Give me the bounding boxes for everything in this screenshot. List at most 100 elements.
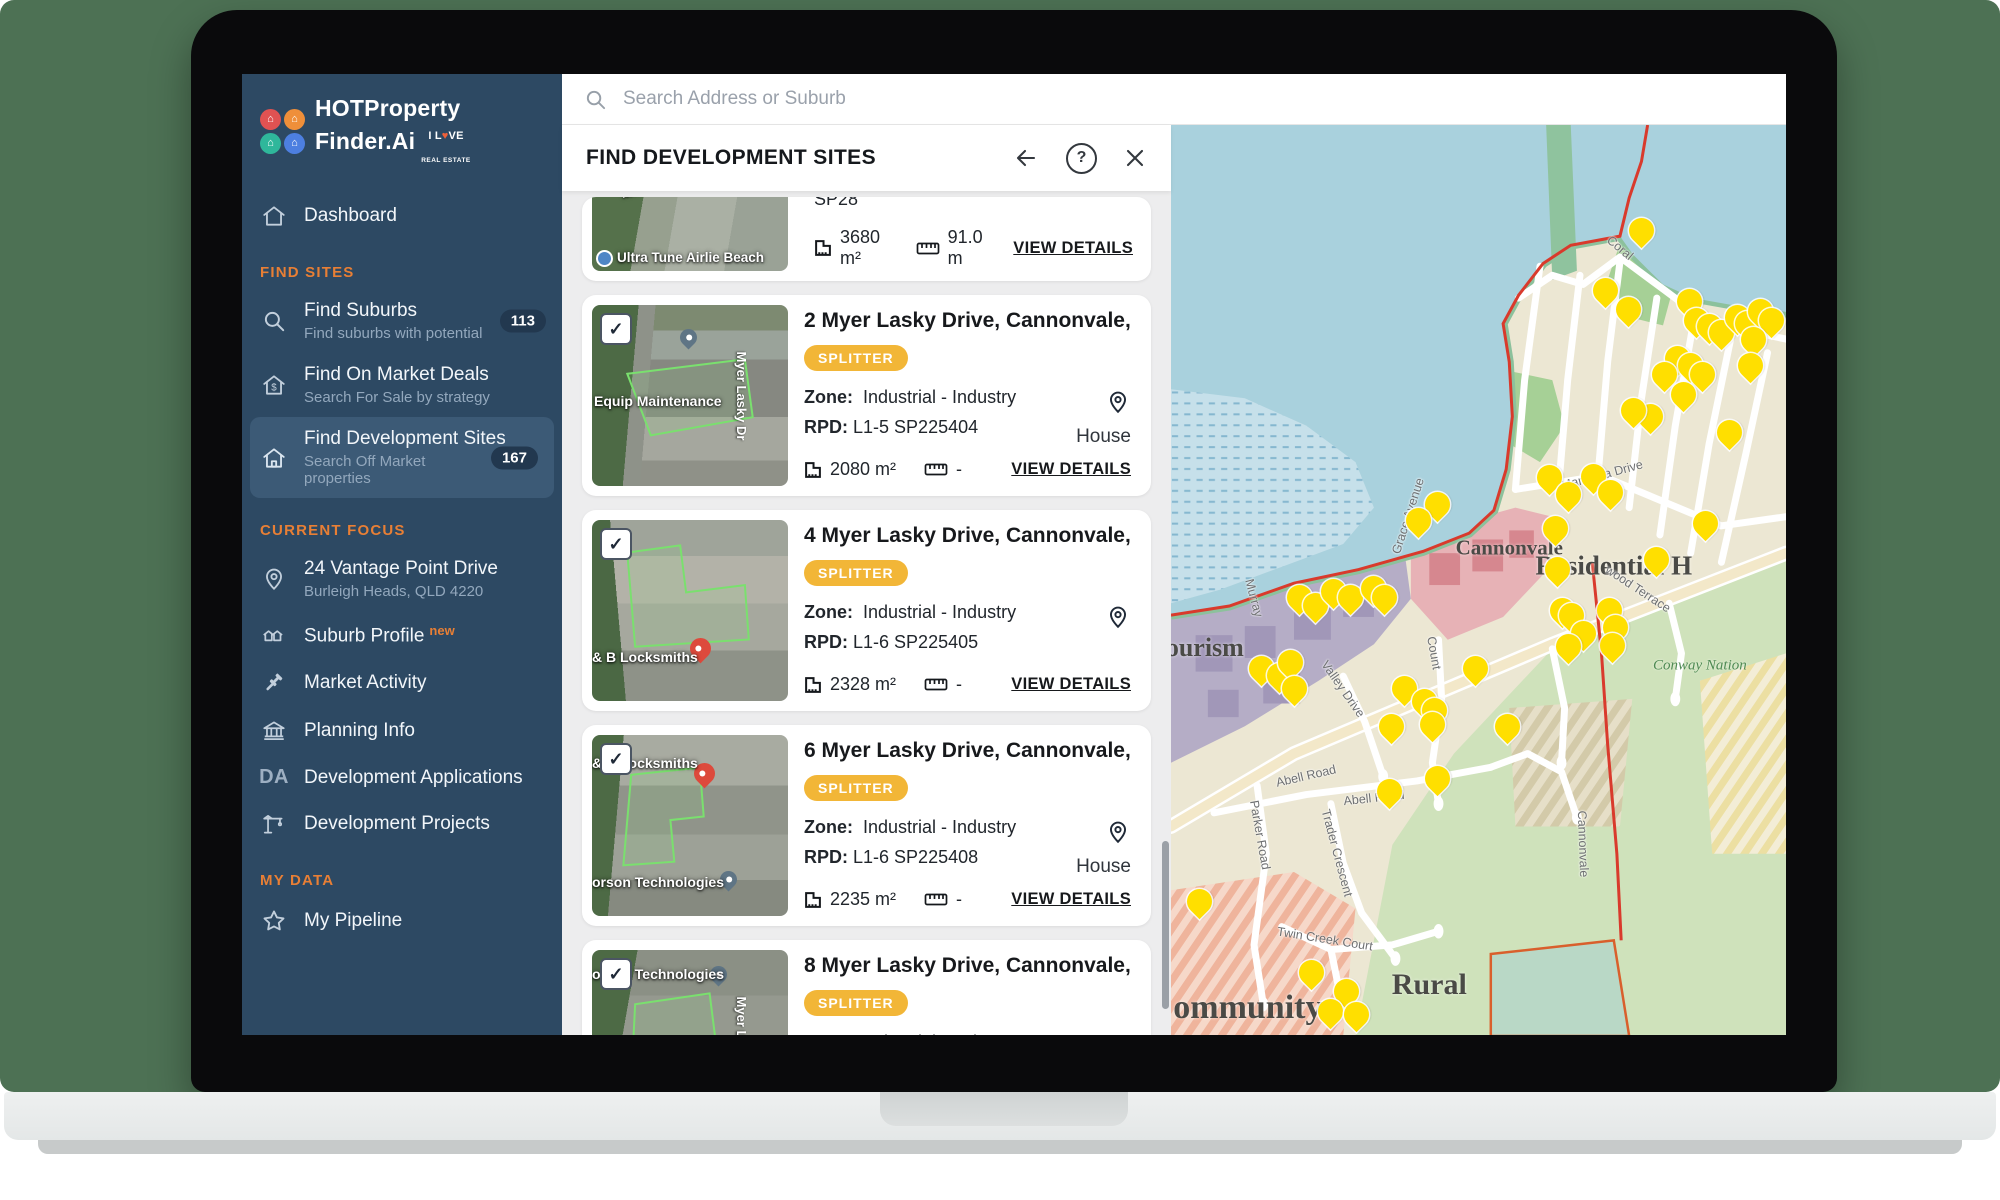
strategy-badge: SPLITTER (804, 990, 908, 1016)
ruler-icon (924, 463, 948, 476)
search-bar (562, 74, 1786, 125)
location-pin-icon (1105, 389, 1131, 415)
sidebar-item-dashboard[interactable]: Dashboard (242, 192, 562, 240)
count-badge: 113 (500, 310, 546, 333)
logo-house-icon: ⌂ (284, 109, 305, 130)
section-header-find-sites: FIND SITES (242, 240, 562, 289)
sidebar-item-find-suburbs[interactable]: Find SuburbsFind suburbs with potential … (242, 289, 562, 353)
sidebar-item-find-on-market-deals[interactable]: $ Find On Market DealsSearch For Sale by… (242, 353, 562, 417)
back-button[interactable] (1012, 146, 1040, 170)
satellite-thumbnail: ✓ orson Technologies oast Scaffold Myer … (592, 950, 788, 1035)
section-header-my-data: MY DATA (242, 848, 562, 897)
rpd-value: RPD: L1-6 SP225405 (804, 632, 1133, 653)
heart-icon: ♥ (442, 130, 449, 142)
select-checkbox[interactable]: ✓ (600, 313, 632, 345)
sidebar-item-development-applications[interactable]: DA Development Applications (242, 755, 562, 800)
map[interactable]: Residential HRuralommunityourismCannonva… (1171, 125, 1786, 1035)
select-checkbox[interactable]: ✓ (600, 743, 632, 775)
logo-house-icon: ⌂ (260, 109, 281, 130)
app-logo[interactable]: ⌂ ⌂ ⌂ ⌂ HOTProperty Finder.AiI L♥VEREAL … (242, 96, 562, 166)
laptop-base (4, 1092, 1996, 1140)
rpd-value: RPD: L2 RP748017 & L31 SP28 (814, 197, 1037, 210)
sidebar-item-development-projects[interactable]: Development Projects (242, 800, 562, 848)
scrollbar-thumb[interactable] (1162, 841, 1169, 1009)
sidebar-item-label: Find Suburbs (304, 300, 417, 321)
view-details-link[interactable]: VIEW DETAILS (1011, 460, 1131, 479)
select-checkbox[interactable]: ✓ (600, 528, 632, 560)
search-icon (584, 88, 607, 111)
sidebar: ⌂ ⌂ ⌂ ⌂ HOTProperty Finder.AiI L♥VEREAL … (242, 74, 562, 1035)
laptop-bezel: ⌂ ⌂ ⌂ ⌂ HOTProperty Finder.AiI L♥VEREAL … (191, 10, 1837, 1092)
property-card[interactable]: ✓ & B Locksmiths orson Technologies 6 My… (582, 725, 1151, 926)
sidebar-item-planning-info[interactable]: Planning Info (242, 707, 562, 755)
area-value: 2080 m² (830, 459, 896, 480)
da-icon: DA (260, 766, 288, 789)
laptop-front-edge (38, 1140, 1962, 1154)
sidebar-item-market-activity[interactable]: Market Activity (242, 659, 562, 707)
strategy-badge: SPLITTER (804, 345, 908, 371)
area-icon (804, 676, 822, 694)
strategy-badge: SPLITTER (804, 560, 908, 586)
area-icon (804, 461, 822, 479)
view-details-link[interactable]: VIEW DETAILS (1011, 890, 1131, 909)
map-label: Cannonvale (1575, 810, 1591, 877)
property-address: 8 Myer Lasky Drive, Cannonvale, QLD ... (804, 954, 1133, 978)
frontage-value: - (956, 674, 962, 695)
view-details-link[interactable]: VIEW DETAILS (1011, 675, 1131, 694)
sidebar-item-my-pipeline[interactable]: My Pipeline (242, 897, 562, 945)
property-card[interactable]: McIntosh Dr Ultra Tune Airlie Beach RPD:… (582, 197, 1151, 281)
sidebar-item-current-focus-address[interactable]: 24 Vantage Point Drive Burleigh Heads, QL… (242, 547, 562, 611)
logo-icon: ⌂ ⌂ ⌂ ⌂ (260, 109, 305, 154)
sidebar-item-find-development-sites[interactable]: Find Development Sites Search Off Market … (250, 417, 554, 498)
poi-icon (596, 250, 613, 267)
place-label: Ultra Tune Airlie Beach (596, 250, 764, 267)
results-list: McIntosh Dr Ultra Tune Airlie Beach RPD:… (562, 191, 1171, 1035)
ruler-icon (924, 893, 948, 906)
place-label: & B Locksmiths (592, 649, 698, 665)
property-card[interactable]: ✓ & B Locksmiths 4 Myer Lasky Drive, Can… (582, 510, 1151, 711)
select-checkbox[interactable]: ✓ (600, 958, 632, 990)
house-dollar-icon: $ (260, 372, 288, 398)
house-icon (260, 445, 288, 471)
strategy-badge: SPLITTER (804, 775, 908, 801)
sidebar-item-label: 24 Vantage Point Drive (304, 558, 498, 579)
sidebar-item-label: My Pipeline (304, 910, 402, 932)
area-icon (804, 891, 822, 909)
location-pin-icon (1105, 819, 1131, 845)
street-name-label: McIntosh Dr (619, 197, 696, 201)
laptop-notch (880, 1092, 1128, 1126)
svg-text:$: $ (271, 383, 277, 394)
satellite-thumbnail: ✓ & B Locksmiths orson Technologies (592, 735, 788, 916)
logo-house-icon: ⌂ (284, 133, 305, 154)
view-details-link[interactable]: VIEW DETAILS (1013, 239, 1133, 258)
search-input[interactable] (621, 87, 1764, 111)
panel-title: FIND DEVELOPMENT SITES (586, 146, 986, 170)
property-card[interactable]: ✓ orson Technologies oast Scaffold Myer … (582, 940, 1151, 1035)
sidebar-item-sub: Burleigh Heads, QLD 4220 (304, 583, 498, 600)
property-card[interactable]: ✓ Equip Maintenance Myer Lasky Dr 2 Myer… (582, 295, 1151, 496)
satellite-thumbnail: ✓ Equip Maintenance Myer Lasky Dr (592, 305, 788, 486)
bank-icon (260, 718, 288, 744)
sidebar-item-suburb-profile[interactable]: Suburb Profilenew (242, 611, 562, 659)
app-window: ⌂ ⌂ ⌂ ⌂ HOTProperty Finder.AiI L♥VEREAL … (242, 74, 1786, 1035)
property-address: 4 Myer Lasky Drive, Cannonvale, QLD ... (804, 524, 1133, 548)
page-background: ⌂ ⌂ ⌂ ⌂ HOTProperty Finder.AiI L♥VEREAL … (0, 0, 2000, 1200)
map-label: Rural (1392, 968, 1467, 1002)
frontage-value: 91.0 m (948, 227, 986, 269)
zone-value: Zone: Industrial - Industry (804, 1032, 1133, 1035)
ruler-icon (916, 242, 940, 255)
count-badge: 167 (491, 446, 538, 469)
development-sites-panel: FIND DEVELOPMENT SITES ? McIntosh Dr Ult… (562, 125, 1171, 1035)
help-button[interactable]: ? (1066, 143, 1097, 174)
star-icon (260, 908, 288, 934)
close-button[interactable] (1123, 146, 1147, 170)
sidebar-item-label: Market Activity (304, 672, 426, 694)
logo-house-icon: ⌂ (260, 133, 281, 154)
satellite-thumbnail: McIntosh Dr Ultra Tune Airlie Beach (592, 197, 788, 271)
sidebar-item-label: Find Development Sites (304, 428, 506, 449)
property-address: 6 Myer Lasky Drive, Cannonvale, QLD ... (804, 739, 1133, 763)
area-value: 2328 m² (830, 674, 896, 695)
sidebar-item-sub: Search Off Market properties (304, 453, 464, 487)
sidebar-item-label: Suburb Profile (304, 625, 424, 646)
map-label: ourism (1171, 633, 1244, 663)
